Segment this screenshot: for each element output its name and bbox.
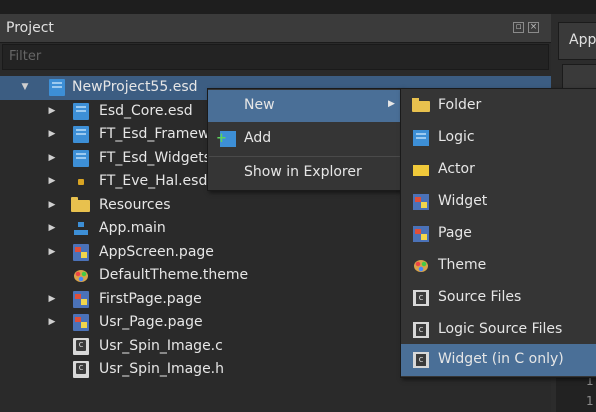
folder-icon xyxy=(71,196,90,212)
menu-item-label: Theme xyxy=(438,257,487,273)
hal-file-icon xyxy=(73,173,89,190)
tree-item-label: AppScreen.page xyxy=(99,243,214,260)
page-icon xyxy=(73,243,89,261)
app-main-icon xyxy=(73,220,89,237)
add-icon xyxy=(216,131,236,147)
library-file-icon xyxy=(73,149,89,167)
submenu-item-widget-c-only[interactable]: Widget (in C only) xyxy=(401,344,596,376)
source-file-icon xyxy=(413,290,429,306)
widget-icon xyxy=(413,194,429,210)
expand-arrow-icon[interactable]: ▶ xyxy=(47,317,57,327)
tree-item-label: Esd_Core.esd xyxy=(99,102,193,119)
actor-icon xyxy=(413,165,429,176)
menu-item-label: Page xyxy=(438,225,472,241)
logic-icon xyxy=(413,130,429,146)
context-menu: New ▶ Add Show in Explorer xyxy=(207,88,403,191)
page-icon xyxy=(73,290,89,308)
line-number: 1 xyxy=(586,394,594,408)
tree-item-label: FT_Esd_Framew xyxy=(99,126,210,142)
expand-arrow-icon[interactable]: ▶ xyxy=(47,106,57,116)
expand-arrow-icon[interactable]: ▶ xyxy=(47,294,57,304)
tree-item-label: FirstPage.page xyxy=(99,290,202,307)
page-icon xyxy=(73,314,89,331)
tree-item-label: FT_Esd_Widgets xyxy=(99,149,211,166)
menu-item-label: Show in Explorer xyxy=(244,164,362,180)
tree-item-label: DefaultTheme.theme xyxy=(99,267,249,283)
submenu-arrow-icon: ▶ xyxy=(388,99,395,109)
theme-icon xyxy=(413,258,429,274)
submenu-item-logic-source-files[interactable]: Logic Source Files xyxy=(401,314,596,346)
c-file-icon xyxy=(73,337,89,355)
menu-item-label: Widget xyxy=(438,193,488,209)
tree-item-label: Usr_Spin_Image.c xyxy=(99,337,223,354)
menu-item-label: Folder xyxy=(438,97,482,113)
menu-item-label: Widget (in C only) xyxy=(438,351,564,367)
tree-item-label: Usr_Spin_Image.h xyxy=(99,361,225,377)
submenu-item-actor[interactable]: Actor xyxy=(401,154,596,186)
menu-item-label: Logic xyxy=(438,129,475,145)
expand-arrow-icon[interactable]: ▶ xyxy=(47,153,57,163)
submenu-item-source-files[interactable]: Source Files xyxy=(401,282,596,314)
menu-item-label: Source Files xyxy=(438,289,522,305)
close-icon[interactable]: × xyxy=(528,22,539,33)
menu-item-label: Logic Source Files xyxy=(438,321,563,337)
menu-item-show-in-explorer[interactable]: Show in Explorer xyxy=(208,157,402,189)
expand-arrow-icon[interactable]: ▶ xyxy=(47,200,57,210)
submenu-item-theme[interactable]: Theme xyxy=(401,250,596,282)
tree-item-label: Usr_Page.page xyxy=(99,314,203,330)
top-strip xyxy=(0,0,596,14)
menu-item-add[interactable]: Add xyxy=(208,123,402,155)
tree-item-label: NewProject55.esd xyxy=(72,79,198,95)
menu-item-label: Add xyxy=(244,130,272,146)
expand-arrow-icon[interactable]: ▶ xyxy=(47,223,57,233)
source-file-icon xyxy=(413,322,429,338)
folder-icon xyxy=(412,98,430,112)
new-submenu: Folder Logic Actor Widget Page Theme Sou… xyxy=(400,88,596,378)
submenu-item-logic[interactable]: Logic xyxy=(401,122,596,154)
filter-input[interactable]: Filter xyxy=(2,44,549,70)
expand-arrow-icon[interactable]: ▶ xyxy=(47,176,57,186)
menu-item-label: Actor xyxy=(438,161,475,177)
submenu-item-widget[interactable]: Widget xyxy=(401,186,596,218)
tab-app[interactable]: App xyxy=(558,22,596,60)
expand-arrow-icon[interactable]: ▶ xyxy=(47,129,57,139)
submenu-item-folder[interactable]: Folder xyxy=(401,90,596,122)
tree-item-label: FT_Eve_Hal.esd xyxy=(99,173,208,189)
library-file-icon xyxy=(73,102,89,120)
expand-arrow-icon[interactable]: ▶ xyxy=(47,247,57,257)
tree-item-label: Resources xyxy=(99,196,171,213)
submenu-item-page[interactable]: Page xyxy=(401,218,596,250)
source-file-icon xyxy=(413,352,429,368)
page-icon xyxy=(413,226,429,242)
tree-item-label: App.main xyxy=(99,220,166,236)
panel-title: Project xyxy=(6,20,54,36)
menu-item-label: New xyxy=(244,97,275,113)
c-file-icon xyxy=(73,361,89,378)
theme-icon xyxy=(73,267,89,284)
menu-item-new[interactable]: New ▶ xyxy=(208,90,402,122)
float-icon[interactable]: ▫ xyxy=(513,22,524,33)
project-panel-header: Project ▫ × xyxy=(0,14,551,43)
library-file-icon xyxy=(73,126,89,143)
project-file-icon xyxy=(49,79,65,96)
collapse-arrow-icon[interactable]: ▼ xyxy=(20,82,30,92)
